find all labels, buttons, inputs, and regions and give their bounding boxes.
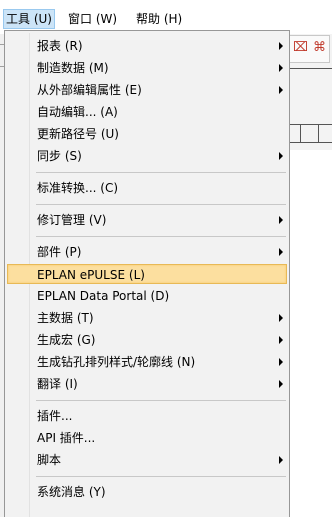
menu-item-translate[interactable]: 翻译 (I) xyxy=(7,374,287,394)
menu-item-update-path-numbers[interactable]: 更新路径号 (U) xyxy=(7,124,287,144)
menu-item-label: 生成宏 (G) xyxy=(37,333,96,347)
submenu-arrow-icon xyxy=(279,456,283,464)
menu-item-manufacturing-data[interactable]: 制造数据 (M) xyxy=(7,58,287,78)
menu-item-standard-conversion[interactable]: 标准转换... (C) xyxy=(7,178,287,198)
submenu-arrow-icon xyxy=(279,358,283,366)
menu-separator xyxy=(36,172,286,173)
submenu-arrow-icon xyxy=(279,42,283,50)
menu-separator xyxy=(36,236,286,237)
menu-item-revision-management[interactable]: 修订管理 (V) xyxy=(7,210,287,230)
menu-separator xyxy=(36,476,286,477)
menu-item-add-ins[interactable]: 插件... xyxy=(7,406,287,426)
app-window: 工具 (U) 窗口 (W) 帮助 (H) ⌧ ⌘ 报表 (R) 制造数据 (M)… xyxy=(0,0,332,517)
menu-item-system-messages[interactable]: 系统消息 (Y) xyxy=(7,482,287,502)
submenu-arrow-icon xyxy=(279,380,283,388)
menu-item-synchronize[interactable]: 同步 (S) xyxy=(7,146,287,166)
menu-item-label: 脚本 xyxy=(37,453,62,467)
menu-separator xyxy=(36,204,286,205)
submenu-arrow-icon xyxy=(279,64,283,72)
submenu-arrow-icon xyxy=(279,86,283,94)
submenu-arrow-icon xyxy=(279,248,283,256)
menu-item-label: EPLAN Data Portal (D) xyxy=(37,289,170,303)
menu-item-generate-macros[interactable]: 生成宏 (G) xyxy=(7,330,287,350)
submenu-arrow-icon xyxy=(279,314,283,322)
menu-item-edit-properties-externally[interactable]: 从外部编辑属性 (E) xyxy=(7,80,287,100)
toolbar-graphic-icon: ⌘ xyxy=(313,40,326,55)
menu-item-label: 生成钻孔排列样式/轮廓线 (N) xyxy=(37,355,196,369)
submenu-arrow-icon xyxy=(279,336,283,344)
menu-item-label: 报表 (R) xyxy=(37,39,83,53)
menu-item-label: 标准转换... (C) xyxy=(37,181,119,195)
menu-item-master-data[interactable]: 主数据 (T) xyxy=(7,308,287,328)
menu-item-label: 翻译 (I) xyxy=(37,377,78,391)
background-grid-line xyxy=(288,142,332,143)
menu-item-eplan-epulse[interactable]: EPLAN ePULSE (L) xyxy=(7,264,287,284)
tools-dropdown-menu: 报表 (R) 制造数据 (M) 从外部编辑属性 (E) 自动编辑... (A) … xyxy=(4,30,290,517)
menu-item-label: 修订管理 (V) xyxy=(37,213,107,227)
menu-separator xyxy=(36,400,286,401)
menu-item-label: 主数据 (T) xyxy=(37,311,94,325)
menu-item-label: 系统消息 (Y) xyxy=(37,485,106,499)
submenu-arrow-icon xyxy=(279,216,283,224)
menu-item-label: 同步 (S) xyxy=(37,149,82,163)
submenu-arrow-icon xyxy=(279,152,283,160)
toolbar-graphic-icon: ⌧ xyxy=(293,40,308,55)
menu-item-scripts[interactable]: 脚本 xyxy=(7,450,287,470)
menu-item-reports[interactable]: 报表 (R) xyxy=(7,36,287,56)
background-grid-line xyxy=(288,124,332,125)
menu-item-label: 部件 (P) xyxy=(37,245,82,259)
menu-item-generate-drilling-patterns[interactable]: 生成钻孔排列样式/轮廓线 (N) xyxy=(7,352,287,372)
menu-item-label: 更新路径号 (U) xyxy=(37,127,119,141)
menu-item-parts[interactable]: 部件 (P) xyxy=(7,242,287,262)
menu-item-label: 从外部编辑属性 (E) xyxy=(37,83,142,97)
menu-item-label: 制造数据 (M) xyxy=(37,61,109,75)
menu-item-label: API 插件... xyxy=(37,431,96,445)
background-grid-line xyxy=(300,124,301,142)
menu-item-eplan-data-portal[interactable]: EPLAN Data Portal (D) xyxy=(7,286,287,306)
menu-item-label: 插件... xyxy=(37,409,73,423)
background-grid-line xyxy=(288,68,332,69)
menu-window[interactable]: 窗口 (W) xyxy=(66,10,119,28)
menu-item-label: 自动编辑... (A) xyxy=(37,105,118,119)
menu-item-label: EPLAN ePULSE (L) xyxy=(37,268,145,282)
menubar: 工具 (U) 窗口 (W) 帮助 (H) xyxy=(0,0,332,30)
menu-item-auto-edit[interactable]: 自动编辑... (A) xyxy=(7,102,287,122)
menu-item-api-add-ins[interactable]: API 插件... xyxy=(7,428,287,448)
background-toolbar-button: ⌧ ⌘ xyxy=(288,35,330,63)
menu-help[interactable]: 帮助 (H) xyxy=(134,10,184,28)
menu-tools[interactable]: 工具 (U) xyxy=(3,9,55,29)
background-grid-line xyxy=(318,124,319,142)
